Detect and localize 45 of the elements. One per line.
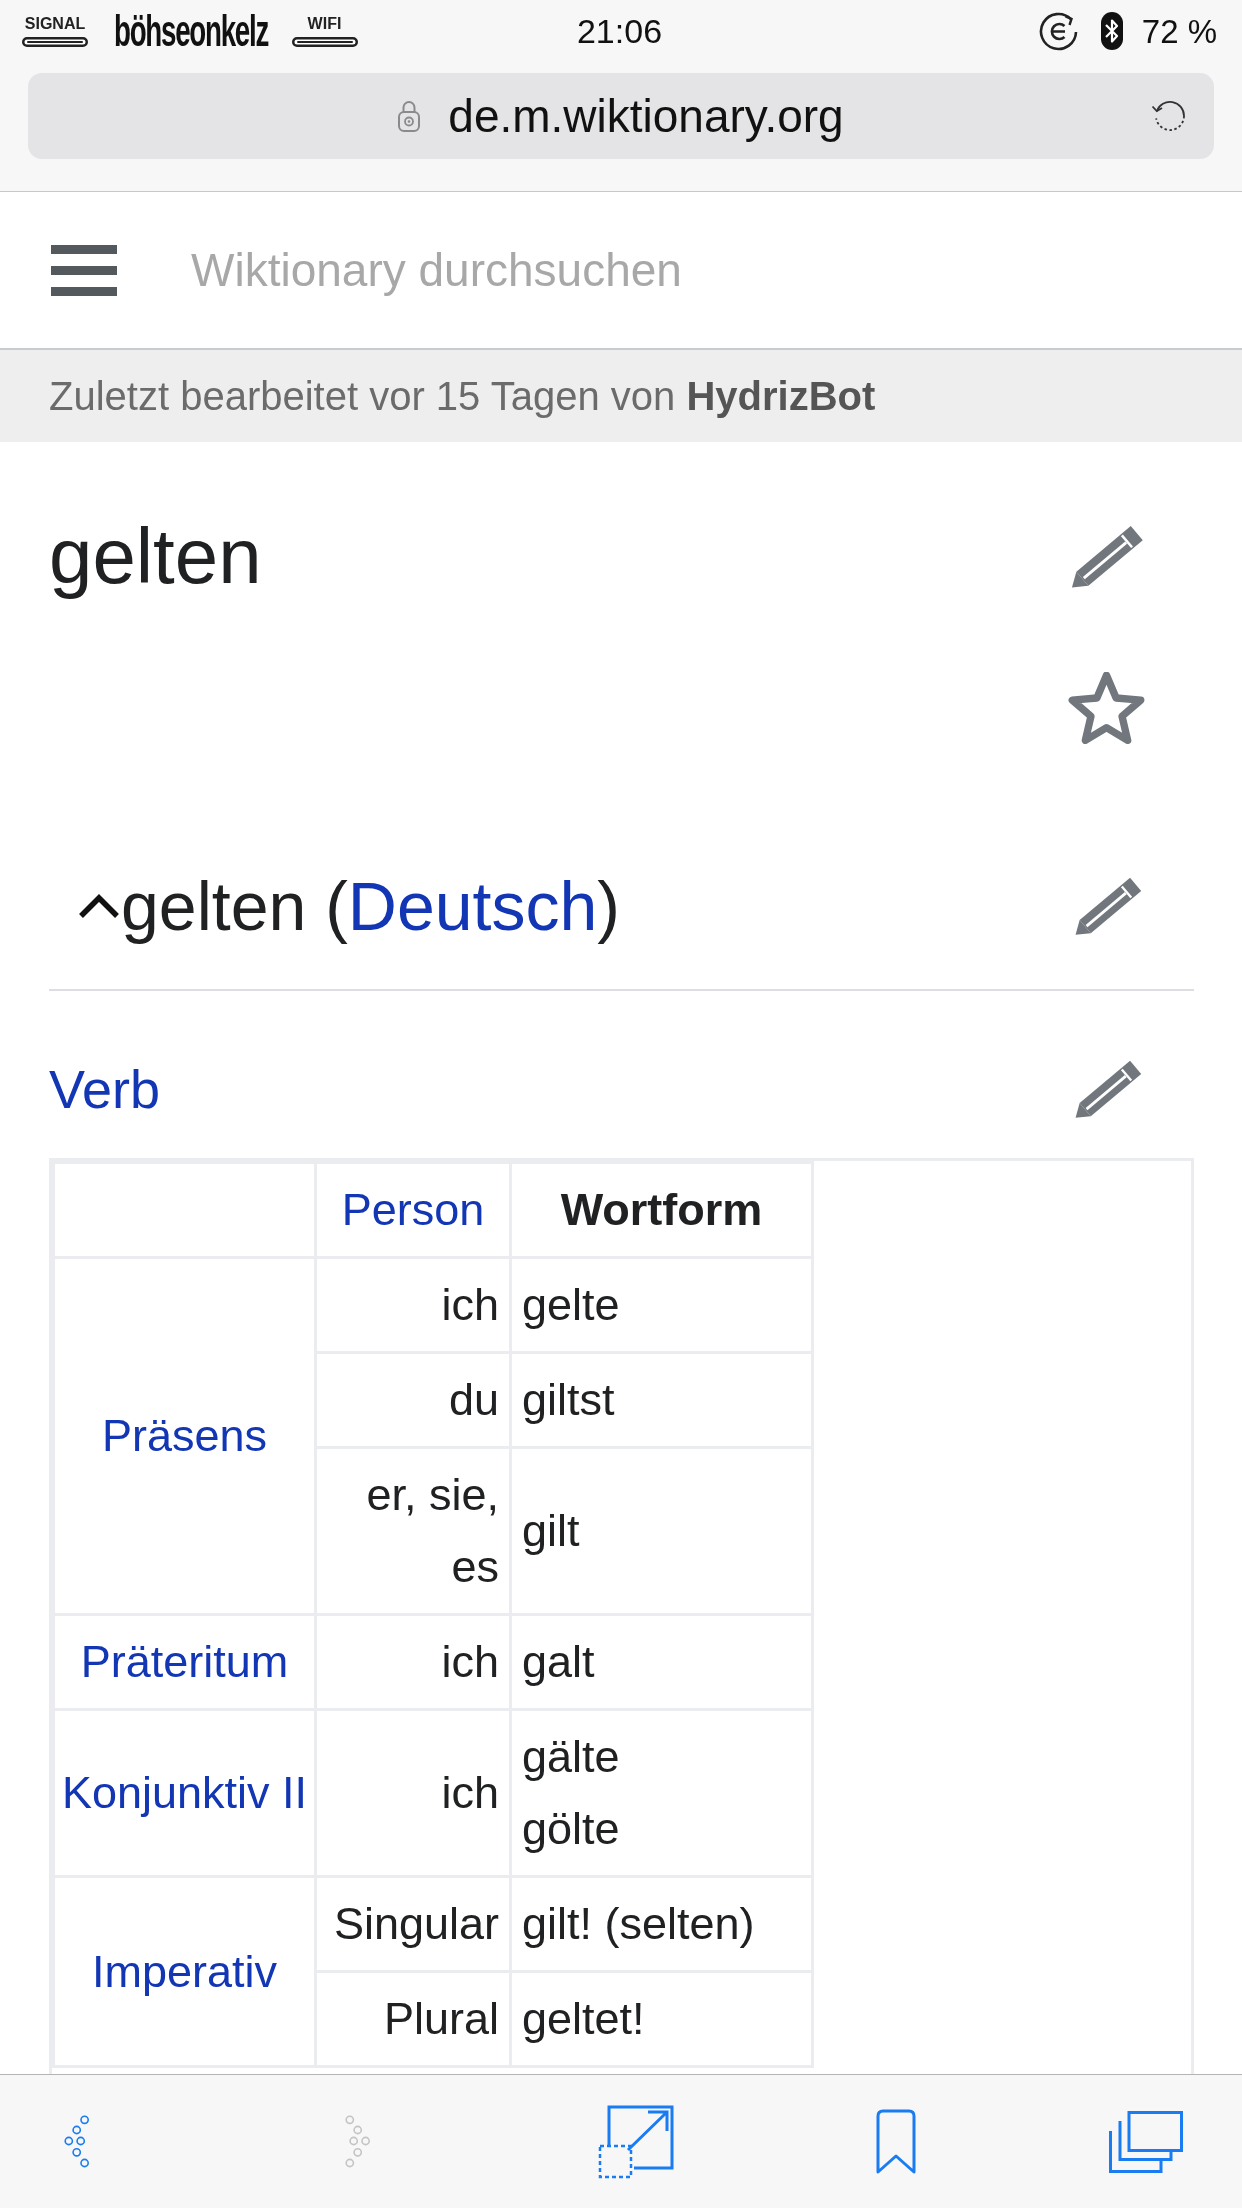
bookmark-icon[interactable] [875,2108,917,2175]
table-cell: ich [315,1614,511,1710]
row-header-link[interactable]: Imperativ [53,1876,316,2067]
reload-icon[interactable] [1151,100,1187,132]
tabs-icon[interactable] [1109,2110,1183,2173]
pencil-icon[interactable] [1070,524,1145,590]
address-bar[interactable]: de.m.wiktionary.org [28,73,1214,159]
row-header-link[interactable]: Konjunktiv II [53,1709,316,1877]
circle-arrow-icon [1038,11,1078,51]
table-cell: giltst [510,1352,813,1448]
part-of-speech-link[interactable]: Verb [49,1056,161,1122]
caret-up-icon[interactable] [77,892,121,920]
table-cell: geltet! [510,1971,813,2067]
table-cell: ich [315,1257,511,1353]
expand-icon[interactable] [598,2104,674,2179]
table-cell: gelte [510,1257,813,1353]
table-cell: gilt! (selten) [510,1876,813,1972]
table-cell: Singular [315,1876,511,1972]
signal-label: SIGNAL [24,15,86,32]
back-icon[interactable] [64,2115,90,2168]
table-cell: Plural [315,1971,511,2067]
bluetooth-icon [1100,12,1123,50]
star-icon[interactable] [1067,672,1146,744]
table-cell: er, sie, es [315,1447,511,1615]
table-cell: du [315,1352,511,1448]
wifi-meter-icon [291,36,358,47]
row-header-link[interactable]: Präteritum [53,1614,316,1710]
section-heading: gelten (Deutsch) [121,866,620,946]
search-field[interactable]: Wiktionary durchsuchen [191,238,1202,302]
carrier-name: böhseonkelz [114,9,269,53]
battery-percentage: 72 % [1141,14,1217,48]
signal-meter-icon [22,36,88,47]
table-cell: ich [315,1709,511,1877]
wifi-label: WIFI [307,15,342,32]
menu-icon[interactable] [51,244,117,296]
page-title: gelten [49,512,262,602]
column-header: Wortform [510,1162,813,1258]
table-cell: galt [510,1614,813,1710]
last-edited-link[interactable]: Zuletzt bearbeitet vor 15 Tagen von HydrizBot [49,372,876,420]
language-link[interactable]: Deutsch [347,867,598,944]
table-cell: gälte gölte [510,1709,813,1877]
row-header-link[interactable]: Präsens [53,1257,316,1615]
status-time: 21:06 [576,14,663,48]
column-header-link[interactable]: Person [315,1162,511,1258]
table-cell: gilt [510,1447,813,1615]
